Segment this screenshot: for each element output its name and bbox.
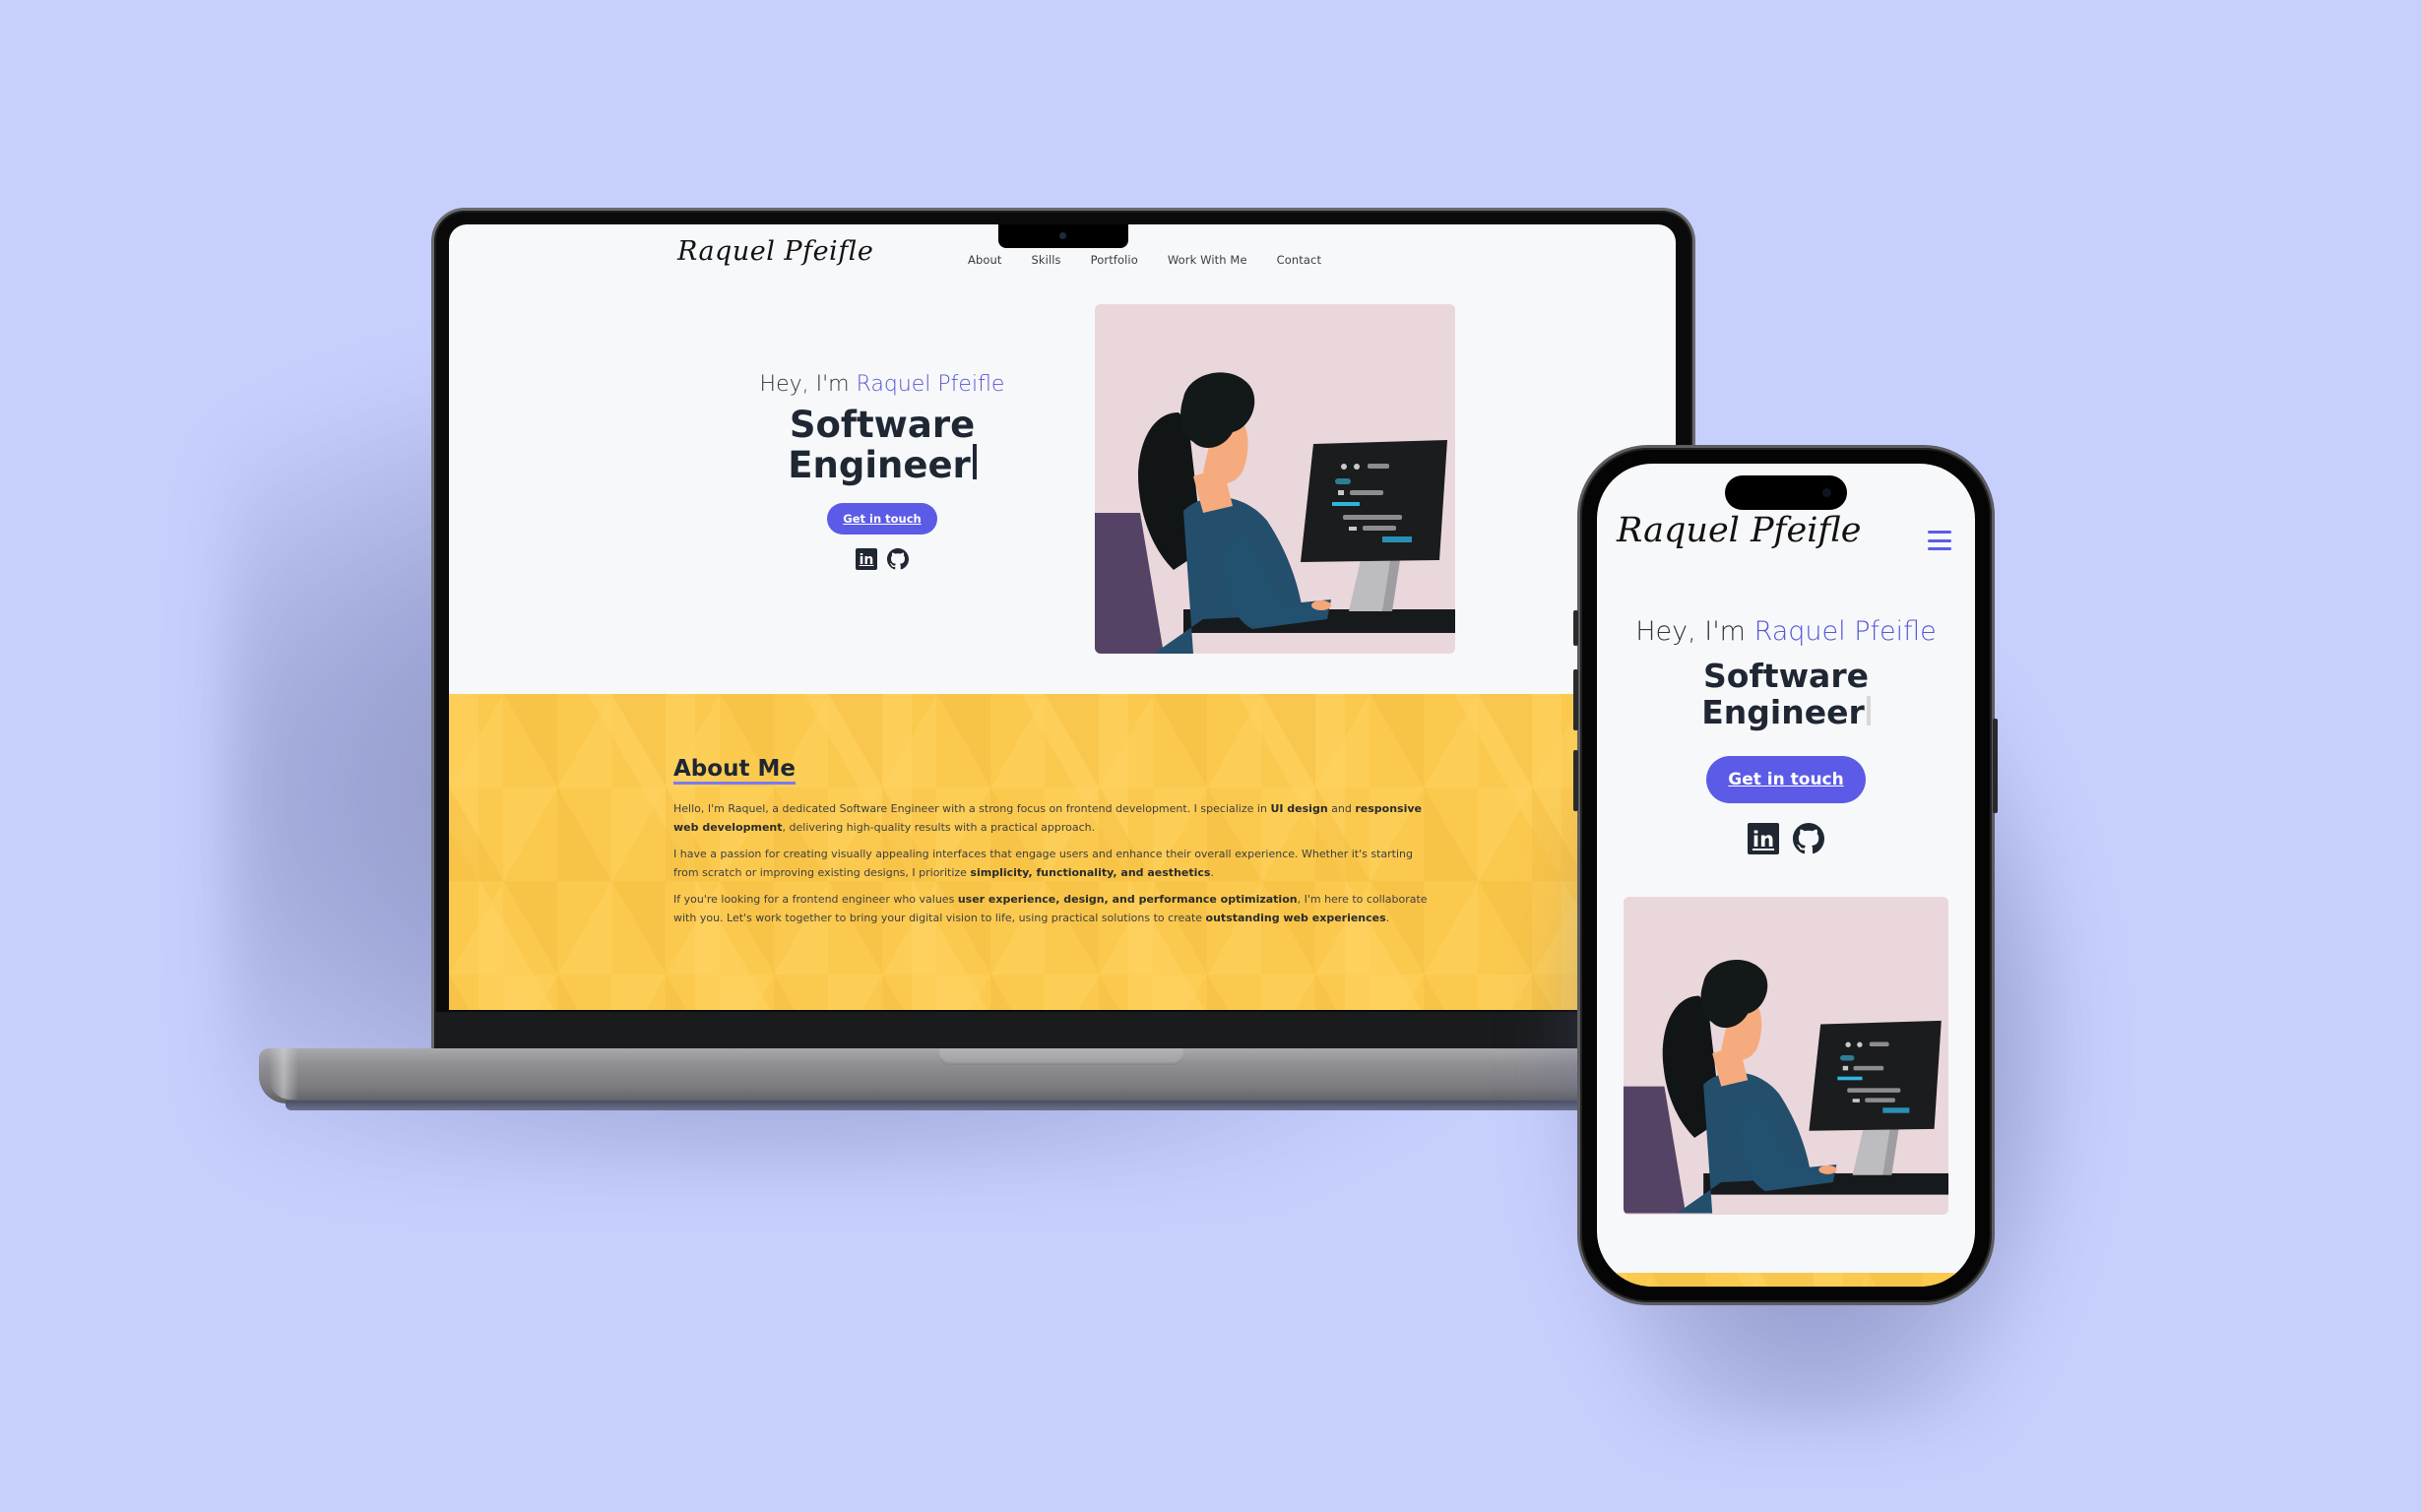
mobile-hero-greeting: Hey, I'm Raquel Pfeifle (1597, 616, 1975, 647)
get-in-touch-button[interactable]: Get in touch (827, 503, 937, 536)
role-line-1: Software (789, 404, 976, 446)
mobile-hero-illustration (1624, 897, 1948, 1215)
phone-volume-up (1573, 669, 1578, 730)
device-mockup-stage: Raquel Pfeifle About Skills Portfolio Wo… (0, 0, 2422, 1512)
webcam-icon (1059, 232, 1066, 239)
front-camera-icon (1822, 488, 1831, 497)
greeting-name: Raquel Pfeifle (856, 372, 1005, 397)
hero-illustration (1095, 304, 1455, 654)
phone-volume-down (1573, 750, 1578, 811)
phone-screen: Raquel Pfeifle Hey, I'm Raquel Pfeifle S… (1597, 464, 1975, 1287)
about-section: About Me Hello, I'm Raquel, a dedicated … (449, 694, 1676, 1010)
site-logo[interactable]: Raquel Pfeifle (677, 236, 873, 267)
woman-at-computer-illustration (1095, 304, 1455, 654)
woman-at-computer-illustration (1624, 898, 1948, 1214)
laptop-base (259, 1048, 1637, 1103)
typing-cursor (972, 443, 977, 479)
greeting-prefix: Hey, I'm (759, 372, 857, 397)
github-icon[interactable] (887, 548, 909, 570)
about-paragraph-1: Hello, I'm Raquel, a dedicated Software … (673, 800, 1441, 837)
paragraph-text: If you're looking for a frontend enginee… (673, 893, 958, 907)
paragraph-text: . (1385, 911, 1390, 924)
laptop-screen: Raquel Pfeifle About Skills Portfolio Wo… (449, 224, 1676, 1010)
hero-role-title: Software Engineer (646, 407, 1118, 483)
laptop-foot (286, 1101, 1644, 1110)
emphasis-text: outstanding web experiences (1205, 911, 1386, 924)
hero-greeting: Hey, I'm Raquel Pfeifle (646, 372, 1118, 397)
laptop-opening-groove (938, 1048, 1184, 1065)
github-icon[interactable] (1793, 822, 1824, 854)
role-line-2: Engineer (1701, 692, 1865, 731)
typing-cursor (1866, 695, 1871, 725)
role-line-1: Software (1703, 657, 1869, 695)
mobile-site-logo[interactable]: Raquel Pfeifle (1617, 511, 1861, 550)
phone-power-button (1993, 719, 1998, 813)
mobile-hero-section: Hey, I'm Raquel Pfeifle Software Enginee… (1597, 616, 1975, 854)
paragraph-text: , delivering high-quality results with a… (782, 820, 1096, 834)
mobile-about-section-peek (1597, 1273, 1975, 1287)
emphasis-text: UI design (1270, 802, 1328, 816)
about-paragraph-3: If you're looking for a frontend enginee… (673, 891, 1441, 927)
paragraph-text: and (1327, 802, 1356, 816)
phone-action-button (1573, 610, 1578, 646)
linkedin-icon[interactable]: in (856, 548, 877, 571)
nav-menu: About Skills Portfolio Work With Me Cont… (968, 253, 1351, 267)
mobile-hero-role-title: Software Engineer (1597, 657, 1975, 731)
nav-link-about[interactable]: About (968, 253, 1002, 267)
about-title: About Me (673, 757, 796, 786)
nav-link-work-with-me[interactable]: Work With Me (1168, 253, 1247, 267)
emphasis-text: user experience, design, and performance… (957, 893, 1298, 907)
mobile-get-in-touch-button[interactable]: Get in touch (1706, 755, 1866, 803)
greeting-name: Raquel Pfeifle (1753, 616, 1937, 647)
social-links: in (646, 548, 1118, 571)
paragraph-text: . (1210, 865, 1214, 879)
hamburger-menu-icon[interactable] (1928, 531, 1951, 550)
dynamic-island (1725, 475, 1847, 510)
nav-link-skills[interactable]: Skills (1032, 253, 1061, 267)
nav-link-contact[interactable]: Contact (1277, 253, 1321, 267)
greeting-prefix: Hey, I'm (1635, 616, 1754, 647)
laptop-chin (434, 1012, 1692, 1049)
linkedin-icon[interactable]: in (1748, 822, 1779, 854)
nav-link-portfolio[interactable]: Portfolio (1091, 253, 1138, 267)
about-paragraph-2: I have a passion for creating visually a… (673, 846, 1441, 882)
mobile-social-links: in (1597, 822, 1975, 854)
laptop-notch (998, 224, 1128, 248)
emphasis-text: simplicity, functionality, and aesthetic… (970, 865, 1211, 879)
role-line-2: Engineer (788, 443, 971, 486)
hero-section: Hey, I'm Raquel Pfeifle Software Enginee… (646, 372, 1118, 571)
paragraph-text: Hello, I'm Raquel, a dedicated Software … (673, 802, 1271, 816)
